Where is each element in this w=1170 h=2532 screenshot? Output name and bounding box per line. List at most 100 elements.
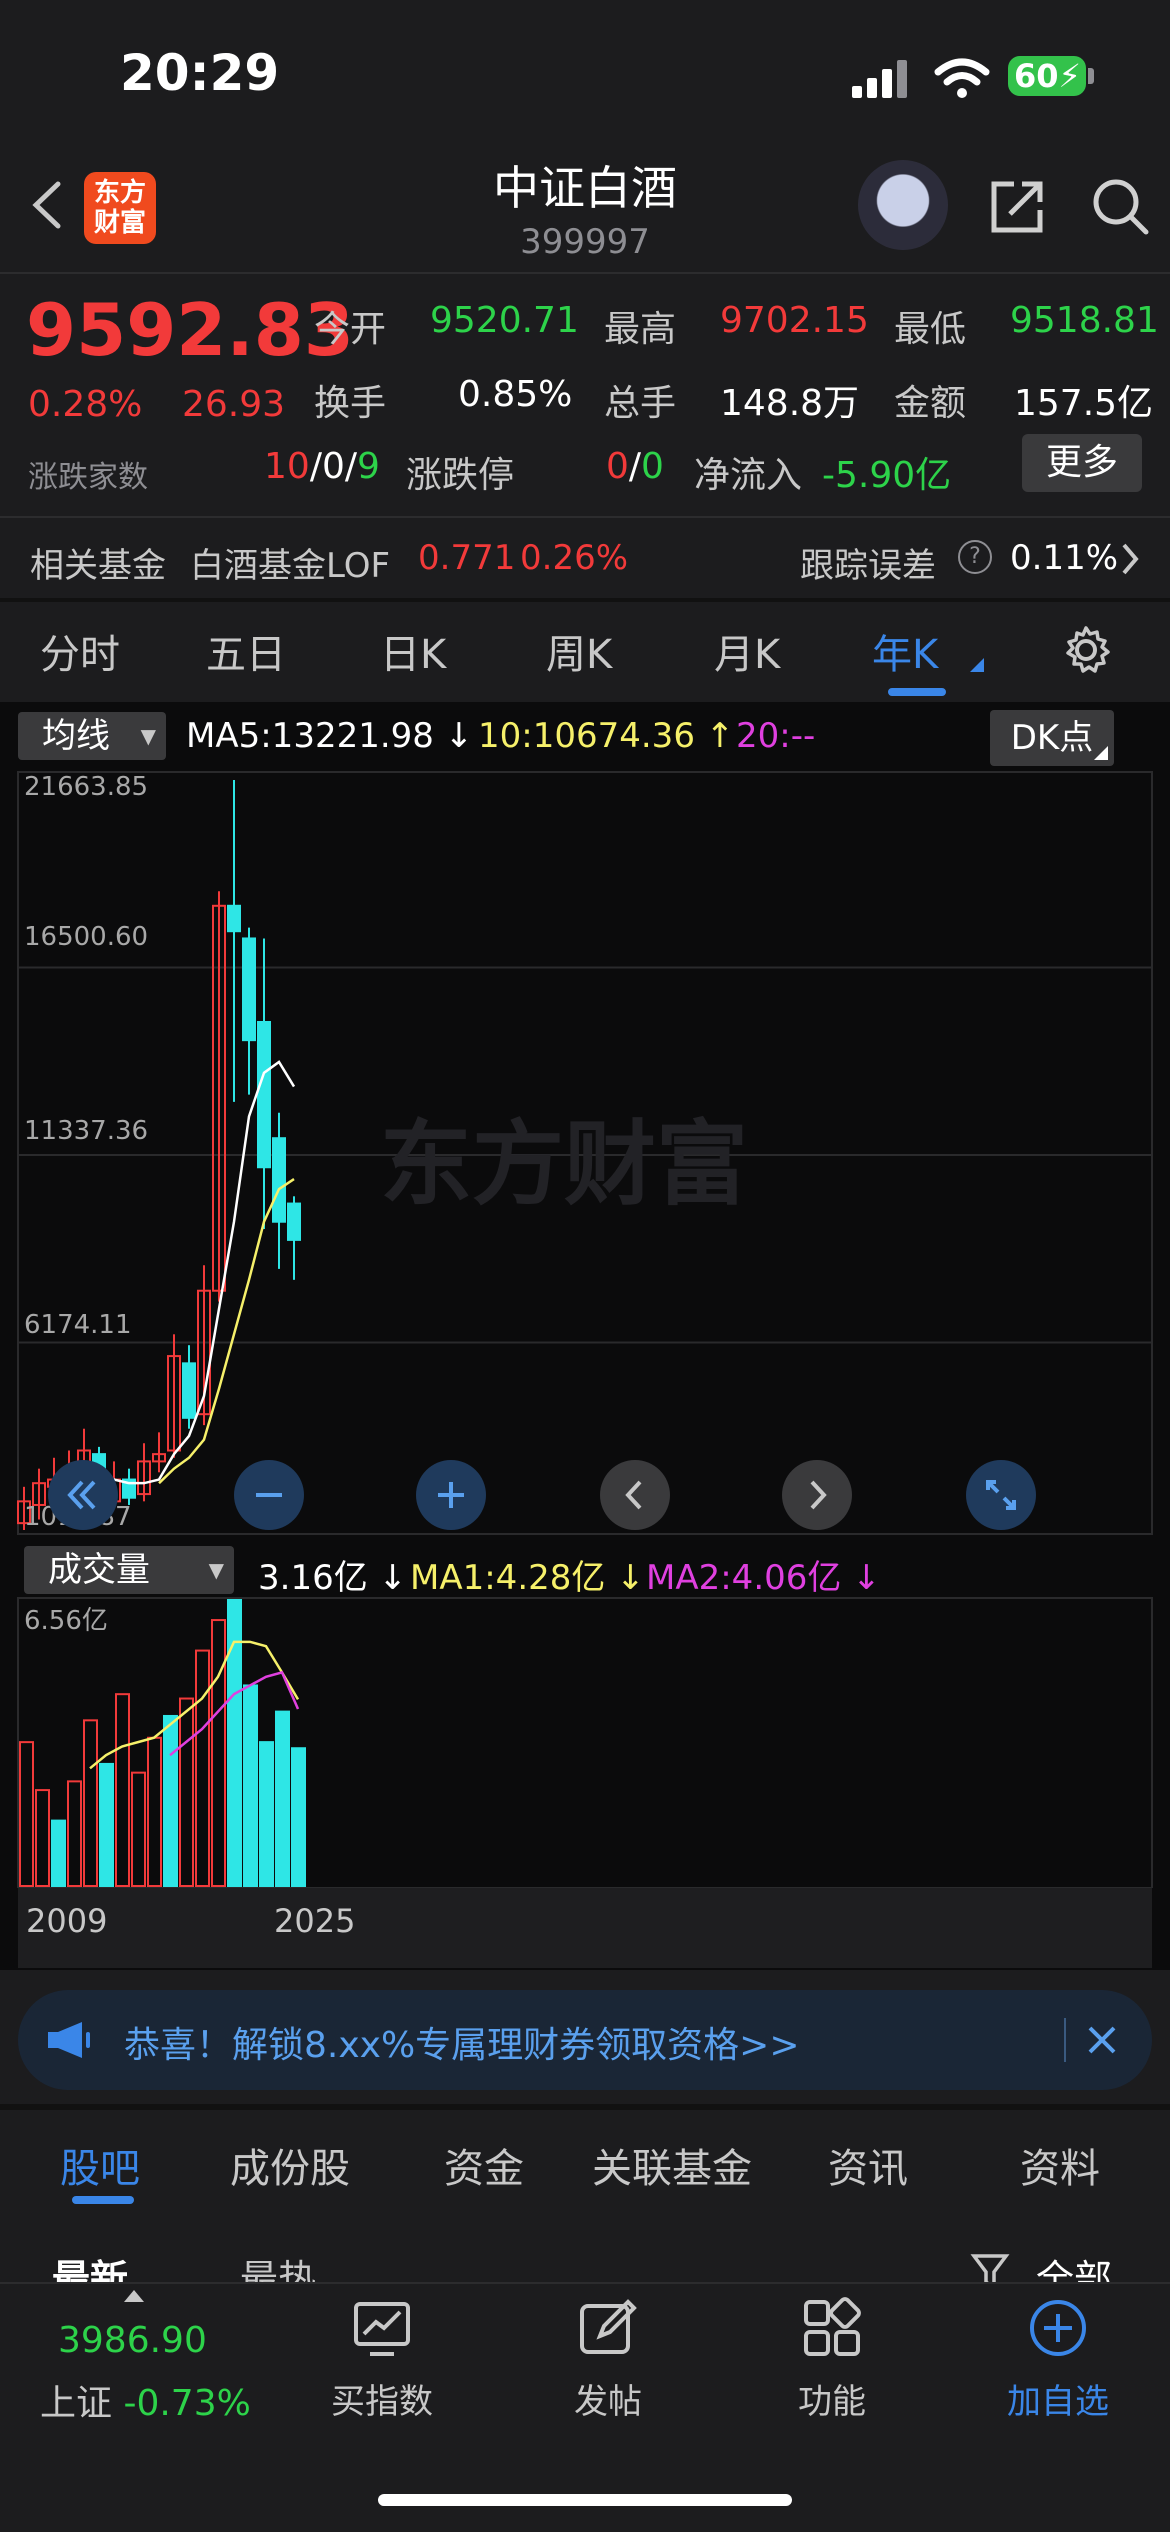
section-gap-2 [0,2104,1170,2110]
expand-icon [986,1480,1016,1510]
volume-value: 3.16亿 ↓ [258,1558,407,1598]
volume-ma2: MA2:4.06亿 ↓ [646,1558,881,1598]
battery-cap [1088,68,1094,84]
post-icon[interactable] [576,2296,640,2360]
fullscreen-button[interactable] [966,1460,1036,1530]
tab-guba[interactable]: 股吧 [60,2136,140,2194]
high-value: 9702.15 [720,300,869,341]
bottom-tab-indicator [72,2196,134,2204]
candle-body [272,1137,286,1223]
turnover-value: 0.85% [458,374,573,415]
breadth-down: 9 [357,446,380,487]
ma-indicator-dropdown[interactable]: 均线 ▼ [18,712,166,760]
tab-day-k[interactable]: 日K [380,622,446,680]
volume-chart[interactable] [0,1596,1170,1888]
more-button[interactable]: 更多 [1022,434,1142,492]
buy-index-icon[interactable] [350,2296,414,2360]
nav-buy-index[interactable]: 买指数 [292,2374,472,2423]
help-icon[interactable]: ? [958,540,992,574]
y-tick-1: 16500.60 [24,922,149,952]
x-axis-band [18,1888,1152,1968]
breadth-sep-2: / [344,446,357,487]
volume-bar [99,1762,114,1888]
scroll-left-button[interactable] [600,1460,670,1530]
candle-body [287,1202,301,1241]
volume-indicator-label: 成交量 [48,1550,150,1590]
nav-features[interactable]: 功能 [742,2374,922,2423]
close-icon[interactable] [1086,2024,1118,2056]
double-chevron-left-icon [67,1480,96,1510]
volume-bar [211,1619,226,1888]
scroll-right-button[interactable] [782,1460,852,1530]
minus-icon [256,1493,282,1497]
tab-funds[interactable]: 资金 [444,2136,524,2194]
signal-icon [852,60,907,98]
tab-year-k[interactable]: 年K [872,622,938,680]
down-arrow-icon: ↓ [444,716,474,756]
tab-related-funds[interactable]: 关联基金 [592,2136,752,2194]
tracking-value: 0.11% [1010,538,1119,578]
dk-point-button[interactable]: DK点 [990,710,1114,766]
nav-post[interactable]: 发帖 [518,2374,698,2423]
header-divider [0,272,1170,274]
amount-label: 金额 [894,383,967,424]
dropdown-arrow-icon: ▼ [140,724,156,748]
section-gap [0,598,1170,602]
settings-gear-icon[interactable] [1060,624,1112,676]
candle-body [242,937,256,1042]
search-icon[interactable] [1090,176,1150,236]
watermark: 东方财富 [380,1111,749,1218]
fund-price: 0.771 [418,538,516,578]
breadth-flat: 0 [321,446,345,487]
y-tick-2: 11337.36 [24,1116,149,1146]
features-grid-icon[interactable] [800,2296,864,2360]
turnover-label: 换手 [314,383,387,424]
volume-indicator-dropdown[interactable]: 成交量 ▼ [24,1546,234,1594]
netflow-value: -5.90亿 [822,455,952,496]
limit-up: 0 [606,446,629,487]
limit-label: 涨跌停 [406,455,515,496]
status-time: 20:29 [120,44,280,102]
volume-text: 3.16亿 [258,1558,368,1598]
tab-week-k[interactable]: 周K [546,622,612,680]
high-label: 最高 [604,309,677,350]
candle-body [182,1362,196,1419]
add-watchlist-icon[interactable] [1026,2296,1090,2360]
zoom-in-button[interactable] [416,1460,486,1530]
assistant-avatar-icon[interactable] [858,160,948,250]
volume-bar [291,1747,306,1887]
volume-frame [17,1597,1153,1888]
tab-profile[interactable]: 资料 [1020,2136,1100,2194]
candle-body [227,904,241,933]
corner-icon [1094,746,1108,760]
wifi-icon [934,58,990,98]
volume-bar [259,1741,274,1887]
promo-text[interactable]: 恭喜！解锁8.xx%专属理财券领取资格>> [124,2016,800,2068]
ma-indicator-label: 均线 [42,716,110,756]
tab-news[interactable]: 资讯 [828,2136,908,2194]
tab-constituents[interactable]: 成份股 [230,2136,350,2194]
rewind-button[interactable] [48,1460,118,1530]
up-arrow-icon: ↑ [705,716,735,756]
tab-fenshi[interactable]: 分时 [40,622,120,680]
volume-bar [147,1736,162,1887]
change-amount: 26.93 [182,384,286,425]
tab-five-day[interactable]: 五日 [206,622,286,680]
sh-index-change: -0.73% [123,2383,251,2424]
plus-icon [438,1482,464,1508]
x-end-label: 2025 [274,1902,356,1940]
nav-add-watchlist[interactable]: 加自选 [968,2374,1148,2423]
x-start-label: 2009 [26,1902,108,1940]
sh-index-row[interactable]: 上证 -0.73% [40,2374,251,2426]
limit-sep: / [628,446,642,487]
zoom-out-button[interactable] [234,1460,304,1530]
share-icon[interactable] [988,176,1048,236]
volume-ma1-text: MA1:4.28亿 [410,1558,606,1598]
current-price: 9592.83 [26,288,354,372]
chevron-right-icon [810,1480,827,1510]
ma10-text: 10:10674.36 [478,716,695,756]
chevron-right-icon[interactable] [1120,542,1140,576]
low-label: 最低 [894,309,967,350]
sh-index-value[interactable]: 3986.90 [58,2320,207,2361]
tab-month-k[interactable]: 月K [714,622,780,680]
